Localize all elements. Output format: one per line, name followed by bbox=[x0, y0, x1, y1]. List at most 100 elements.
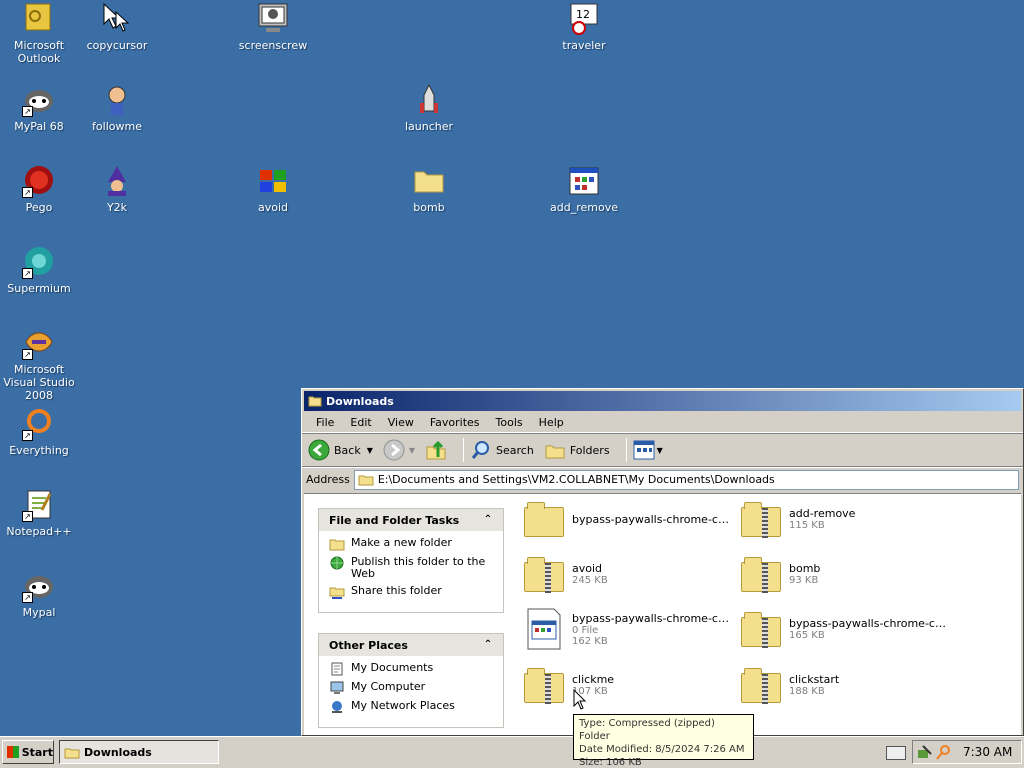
task-make-new-folder[interactable]: Make a new folder bbox=[329, 537, 495, 551]
desktop-icon-followme[interactable]: followme bbox=[77, 83, 157, 133]
menu-file[interactable]: File bbox=[308, 414, 342, 431]
my-documents-icon bbox=[331, 662, 343, 676]
task-share-folder[interactable]: Share this folder bbox=[329, 585, 495, 599]
zip-folder-icon bbox=[737, 663, 785, 707]
network-icon bbox=[332, 701, 342, 713]
collapse-chevron-icon[interactable]: ⌃ bbox=[481, 638, 495, 652]
address-label: Address bbox=[306, 473, 350, 486]
outlook-icon bbox=[22, 2, 56, 36]
address-field[interactable]: E:\Documents and Settings\VM2.COLLABNET\… bbox=[353, 469, 1019, 490]
desktop-icon-supermium[interactable]: ↗ Supermium bbox=[0, 245, 79, 295]
desktop-icon-add-remove[interactable]: add_remove bbox=[544, 164, 624, 214]
file-item[interactable]: avoid 245 KB bbox=[520, 549, 730, 599]
menu-view[interactable]: View bbox=[380, 414, 422, 431]
back-arrow-icon bbox=[308, 439, 330, 461]
windows-flag-icon bbox=[256, 164, 290, 198]
task-publish-folder[interactable]: Publish this folder to the Web bbox=[329, 556, 495, 580]
taskbar-item-downloads[interactable]: Downloads bbox=[59, 740, 219, 764]
file-folder-tasks-panel: File and Folder Tasks ⌃ Make a new folde… bbox=[318, 508, 504, 613]
svg-text:12: 12 bbox=[576, 8, 590, 21]
folders-button[interactable]: Folders bbox=[544, 439, 610, 461]
globe-icon bbox=[330, 556, 344, 570]
back-button[interactable]: Back ▼ bbox=[308, 439, 373, 461]
menu-bar: File Edit View Favorites Tools Help bbox=[302, 413, 1023, 433]
rocket-icon bbox=[412, 83, 446, 117]
file-item[interactable]: add-remove 115 KB bbox=[737, 494, 947, 544]
place-my-computer[interactable]: My Computer bbox=[329, 681, 495, 695]
shortcut-arrow-icon: ↗ bbox=[22, 106, 33, 117]
file-item[interactable]: bypass-paywalls-chrome-clea... 0 File 162 … bbox=[520, 604, 732, 654]
file-item[interactable]: bomb 93 KB bbox=[737, 549, 947, 599]
file-item[interactable]: clickme 107 KB bbox=[520, 660, 730, 710]
zip-folder-icon bbox=[737, 497, 785, 541]
chevron-down-icon[interactable]: ▼ bbox=[409, 446, 415, 455]
file-tooltip: Type: Compressed (zipped) Folder Date Mo… bbox=[573, 714, 754, 768]
desktop-icon-screenscrew[interactable]: screenscrew bbox=[233, 2, 313, 52]
network-tray-icon[interactable] bbox=[917, 744, 933, 760]
file-item[interactable]: bypass-paywalls-chrome-clea... 165 KB bbox=[737, 604, 949, 654]
forward-button[interactable]: ▼ bbox=[383, 439, 415, 461]
file-item[interactable]: clickstart 188 KB bbox=[737, 660, 947, 710]
place-my-network-places[interactable]: My Network Places bbox=[329, 700, 495, 714]
desktop-icon-bomb[interactable]: bomb bbox=[389, 164, 469, 214]
folder-icon bbox=[64, 748, 80, 758]
start-button[interactable]: Start bbox=[2, 740, 54, 764]
menu-help[interactable]: Help bbox=[531, 414, 572, 431]
search-button[interactable]: Search bbox=[470, 439, 534, 461]
desktop-icon-mypal-68[interactable]: ↗ MyPal 68 bbox=[0, 83, 79, 133]
character-icon bbox=[100, 83, 134, 117]
desktop-icon-copycursor[interactable]: copycursor bbox=[77, 2, 157, 52]
mouse-cursor-icon bbox=[573, 689, 587, 710]
place-my-documents[interactable]: My Documents bbox=[329, 662, 495, 676]
desktop-icon-microsoft-outlook[interactable]: Microsoft Outlook bbox=[0, 2, 79, 65]
folder-icon bbox=[358, 475, 374, 486]
up-folder-button[interactable] bbox=[425, 439, 447, 461]
desktop-icon-pego[interactable]: ↗ Pego bbox=[0, 164, 79, 214]
views-icon bbox=[633, 440, 655, 460]
shortcut-arrow-icon: ↗ bbox=[22, 592, 33, 603]
window-titlebar[interactable]: Downloads bbox=[304, 391, 1021, 411]
folders-icon bbox=[545, 445, 565, 459]
shortcut-arrow-icon: ↗ bbox=[22, 430, 33, 441]
new-folder-icon bbox=[329, 539, 345, 551]
explorer-window[interactable]: Downloads File Edit View Favorites Tools… bbox=[301, 388, 1024, 736]
views-button[interactable]: ▼ bbox=[633, 440, 663, 460]
address-text: E:\Documents and Settings\VM2.COLLABNET\… bbox=[377, 473, 775, 486]
menu-favorites[interactable]: Favorites bbox=[422, 414, 488, 431]
file-folder-tasks-header[interactable]: File and Folder Tasks ⌃ bbox=[319, 509, 503, 531]
file-list: bypass-paywalls-chrome-clea... add-remov… bbox=[516, 494, 1021, 735]
desktop-icon-launcher[interactable]: launcher bbox=[389, 83, 469, 133]
desktop-icon-y2k[interactable]: Y2k bbox=[77, 164, 157, 214]
chevron-down-icon[interactable]: ▼ bbox=[367, 446, 373, 455]
desktop-icon-everything[interactable]: ↗ Everything bbox=[0, 407, 79, 457]
taskbar: Start Downloads 7:30 AM bbox=[0, 736, 1024, 768]
other-places-header[interactable]: Other Places ⌃ bbox=[319, 634, 503, 656]
browser-icon: ↗ bbox=[22, 245, 56, 279]
desktop-icon-mypal[interactable]: ↗ Mypal bbox=[0, 569, 79, 619]
collapse-chevron-icon[interactable]: ⌃ bbox=[481, 513, 495, 527]
folder-icon bbox=[520, 497, 568, 541]
desktop-icon-traveler[interactable]: 12 traveler bbox=[544, 2, 624, 52]
visual-studio-icon: ↗ bbox=[22, 326, 56, 360]
menu-tools[interactable]: Tools bbox=[488, 414, 531, 431]
system-tray: 7:30 AM bbox=[912, 740, 1022, 764]
up-folder-icon bbox=[426, 440, 446, 460]
desktop-icon-microsoft-visual-studio-2008[interactable]: ↗ Microsoft Visual Studio 2008 bbox=[0, 326, 79, 402]
clock[interactable]: 7:30 AM bbox=[963, 745, 1012, 759]
search-ring-icon: ↗ bbox=[22, 407, 56, 441]
file-item[interactable]: bypass-paywalls-chrome-clea... bbox=[520, 494, 732, 544]
desktop-icon-notepadpp[interactable]: ↗ Notepad++ bbox=[0, 488, 79, 538]
desktop-icon-avoid[interactable]: avoid bbox=[233, 164, 313, 214]
window-title: Downloads bbox=[326, 394, 394, 408]
other-places-panel: Other Places ⌃ My Documents My Computer … bbox=[318, 633, 504, 728]
shortcut-arrow-icon: ↗ bbox=[22, 187, 33, 198]
search-tray-icon[interactable] bbox=[935, 744, 951, 760]
cursor-icon bbox=[100, 2, 134, 36]
keyboard-icon[interactable] bbox=[886, 746, 906, 760]
zip-folder-icon bbox=[737, 607, 785, 651]
generic-file-icon bbox=[520, 607, 568, 651]
window-content: File and Folder Tasks ⌃ Make a new folde… bbox=[304, 493, 1021, 735]
menu-edit[interactable]: Edit bbox=[342, 414, 379, 431]
wizard-icon bbox=[100, 164, 134, 198]
forward-arrow-icon bbox=[383, 439, 405, 461]
